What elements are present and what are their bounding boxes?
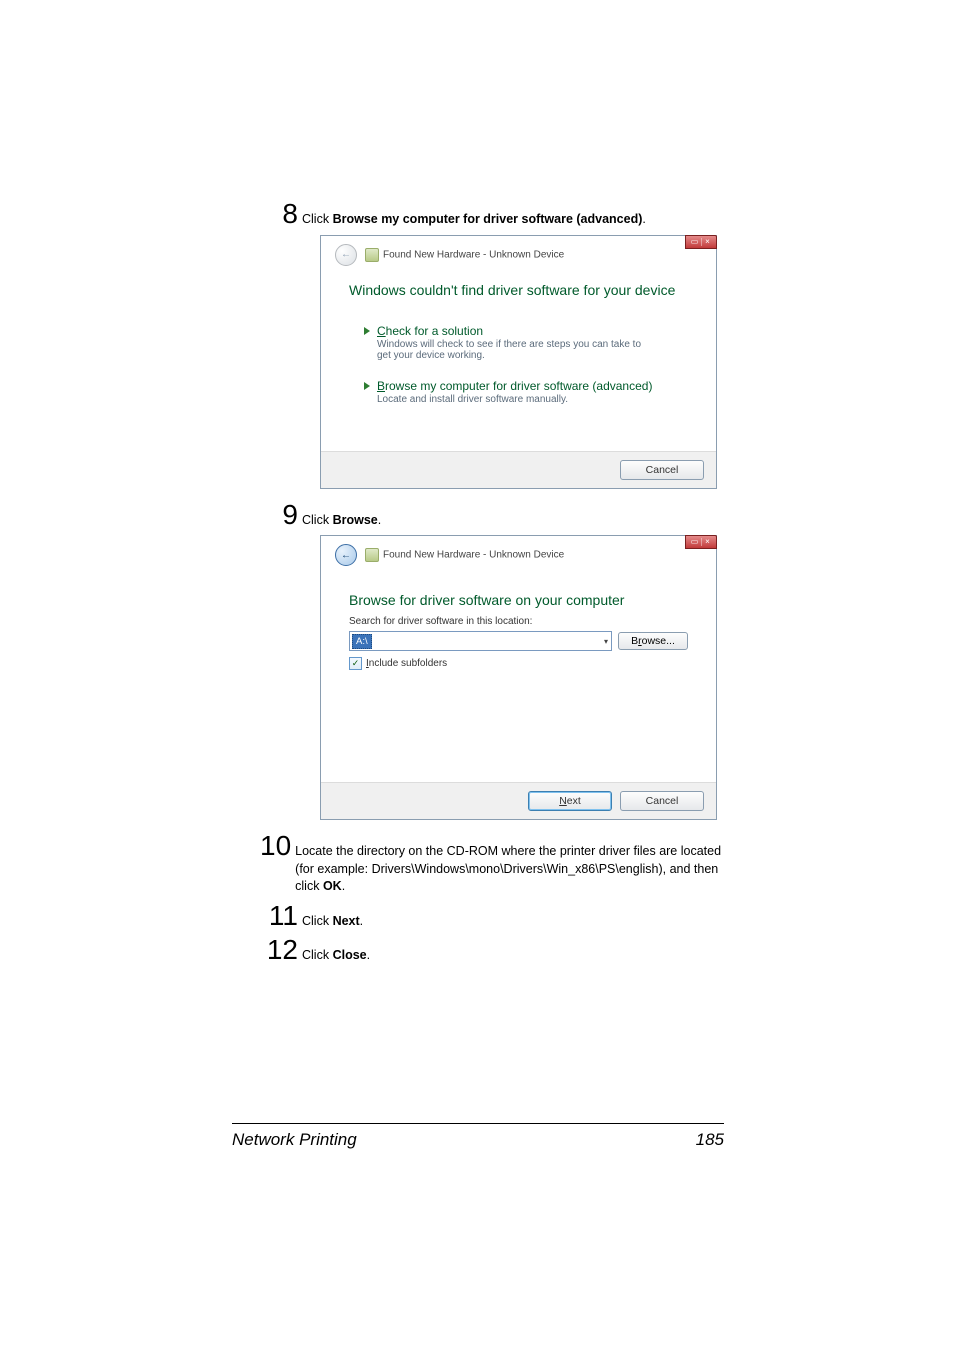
cancel-button[interactable]: Cancel: [620, 460, 704, 480]
search-location-combo[interactable]: A:\ ▾: [349, 631, 612, 651]
search-location-label: Search for driver software in this locat…: [349, 616, 688, 627]
step-text-10: Locate the directory on the CD-ROM where…: [295, 837, 724, 896]
minimize-icon: ▭: [689, 538, 702, 546]
minimize-icon: ▭: [689, 238, 702, 246]
hardware-icon: [365, 248, 379, 262]
chevron-down-icon: ▾: [604, 637, 608, 646]
window-controls[interactable]: ▭×: [685, 235, 717, 249]
found-new-hardware-dialog-2: ▭× ← Found New Hardware - Unknown Device…: [320, 535, 717, 820]
dialog2-heading: Browse for driver software on your compu…: [349, 592, 670, 608]
window-controls[interactable]: ▭×: [685, 535, 717, 549]
cancel-button[interactable]: Cancel: [620, 791, 704, 811]
arrow-left-icon: ←: [341, 550, 351, 561]
footer-page-number: 185: [696, 1130, 724, 1150]
step-text-8: Click Browse my computer for driver soft…: [302, 205, 646, 229]
include-subfolders-label: Include subfolders: [366, 658, 447, 669]
next-button[interactable]: Next: [528, 791, 612, 811]
step-text-12: Click Close.: [302, 941, 370, 965]
combo-value: A:\: [352, 634, 372, 649]
dialog2-title: Found New Hardware - Unknown Device: [383, 550, 564, 561]
close-icon: ×: [702, 538, 714, 546]
arrow-right-icon: [363, 381, 373, 391]
step-number-10: 10: [260, 832, 291, 860]
footer-divider: [232, 1123, 724, 1124]
step-number-8: 8: [260, 200, 298, 228]
step-number-9: 9: [260, 501, 298, 529]
close-icon: ×: [702, 238, 714, 246]
step-text-11: Click Next.: [302, 907, 363, 931]
include-subfolders-checkbox[interactable]: ✓: [349, 657, 362, 670]
back-button[interactable]: ←: [335, 544, 357, 566]
dialog1-heading: Windows couldn't find driver software fo…: [349, 282, 698, 298]
found-new-hardware-dialog-1: ▭× ← Found New Hardware - Unknown Device…: [320, 235, 717, 489]
back-button[interactable]: ←: [335, 244, 357, 266]
step-text-9: Click Browse.: [302, 506, 381, 530]
arrow-left-icon: ←: [341, 249, 351, 260]
browse-computer-option[interactable]: Browse my computer for driver software (…: [363, 379, 688, 405]
check-for-solution-option[interactable]: Check for a solution Windows will check …: [363, 324, 688, 361]
footer-section-title: Network Printing: [232, 1130, 357, 1150]
step-number-12: 12: [260, 936, 298, 964]
step-number-11: 11: [260, 902, 298, 930]
hardware-icon: [365, 548, 379, 562]
browse-button[interactable]: Browse...: [618, 632, 688, 650]
arrow-right-icon: [363, 326, 373, 336]
dialog1-title: Found New Hardware - Unknown Device: [383, 249, 564, 260]
